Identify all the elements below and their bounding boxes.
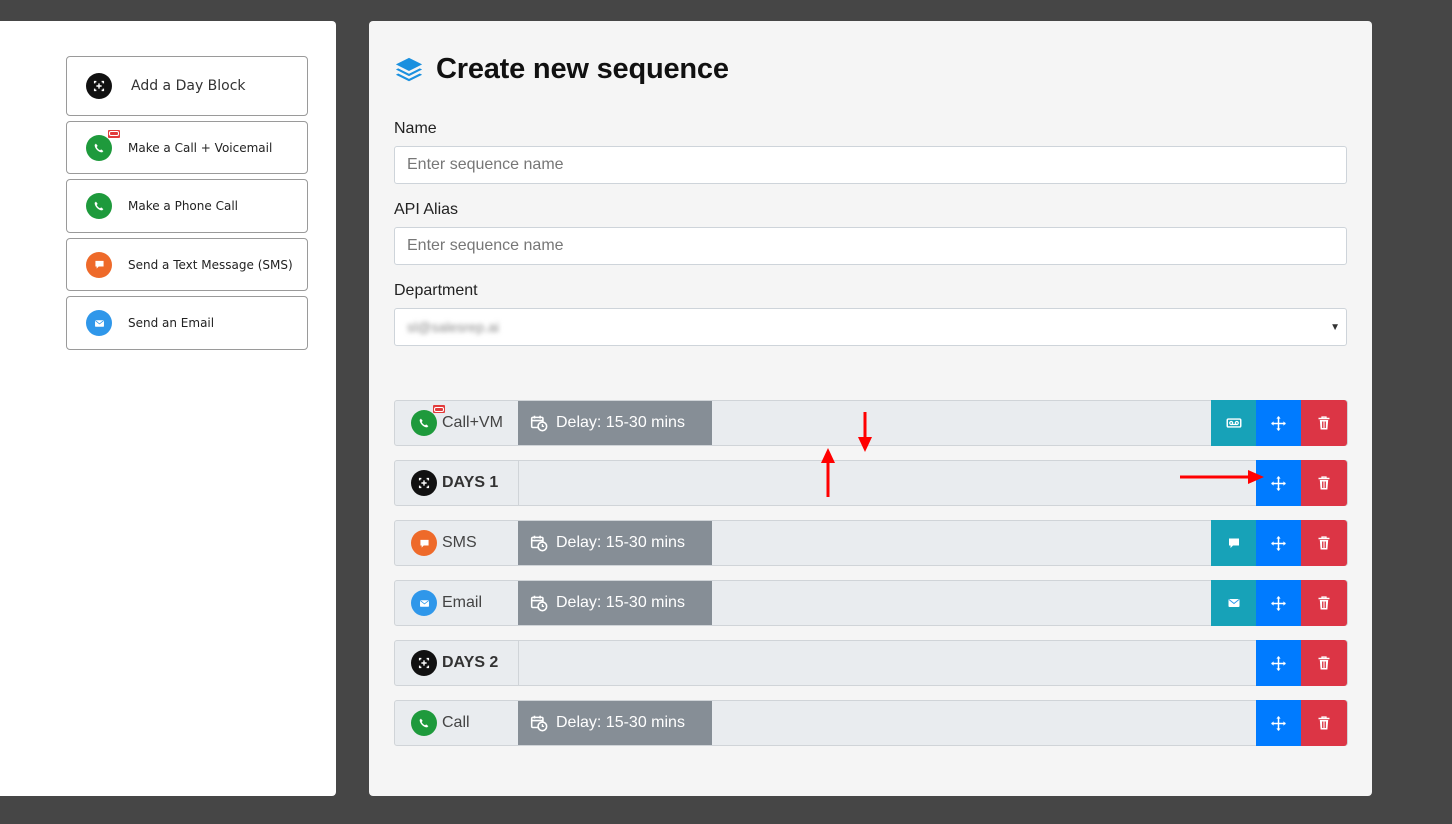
delete-button[interactable] (1301, 640, 1347, 686)
step-type-label: Email (442, 594, 483, 611)
phone-voicemail-icon (86, 129, 120, 161)
add-day-block-button[interactable]: Add a Day Block (66, 56, 308, 116)
delay-badge[interactable]: Delay: 15-30 mins (518, 401, 712, 445)
move-button[interactable] (1256, 520, 1301, 566)
trash-icon (1316, 715, 1332, 731)
chat-bubble-icon (411, 530, 437, 556)
make-call-voicemail-button[interactable]: Make a Call + Voicemail (66, 121, 308, 174)
delay-label: Delay: 15-30 mins (556, 534, 685, 551)
delay-label: Delay: 15-30 mins (556, 714, 685, 731)
delete-button[interactable] (1301, 400, 1347, 446)
make-phone-call-label: Make a Phone Call (128, 199, 238, 213)
phone-icon (86, 193, 112, 219)
envelope-icon (86, 310, 112, 336)
page-title: Create new sequence (436, 53, 729, 85)
send-email-label: Send an Email (128, 316, 215, 330)
move-button[interactable] (1256, 640, 1301, 686)
step-type-label: DAYS 1 (442, 474, 499, 491)
step-type: Call+VM (395, 401, 519, 445)
send-sms-label: Send a Text Message (SMS) (128, 257, 293, 272)
make-call-voicemail-label: Make a Call + Voicemail (128, 140, 273, 155)
action-palette: Add a Day Block Make a Call + Voicemail … (0, 21, 336, 796)
delay-badge[interactable]: Delay: 15-30 mins (518, 521, 712, 565)
trash-icon (1316, 475, 1332, 491)
day-block-icon (411, 650, 437, 676)
delete-button[interactable] (1301, 460, 1347, 506)
trash-icon (1316, 595, 1332, 611)
phone-icon (411, 710, 437, 736)
annotation-arrow-right (1180, 470, 1264, 484)
voicemail-button[interactable] (1211, 400, 1256, 446)
envelope-icon (1226, 595, 1242, 611)
dropdown-caret-icon: ▼ (1330, 322, 1340, 333)
send-sms-button[interactable]: Send a Text Message (SMS) (66, 238, 308, 291)
step-type: DAYS 2 (395, 641, 519, 685)
sms-message-button[interactable] (1211, 520, 1256, 566)
delete-button[interactable] (1301, 580, 1347, 626)
sequence-row-sms[interactable]: SMS Delay: 15-30 mins (394, 520, 1348, 566)
delete-button[interactable] (1301, 700, 1347, 746)
department-value: sl@salesrep.ai (407, 319, 500, 335)
step-type-label: Call+VM (442, 414, 503, 431)
move-button[interactable] (1256, 700, 1301, 746)
voicemail-icon (1225, 414, 1243, 432)
move-button[interactable] (1256, 580, 1301, 626)
department-label: Department (394, 282, 478, 299)
calendar-clock-icon (530, 714, 548, 732)
day-block-icon (86, 73, 112, 99)
delay-label: Delay: 15-30 mins (556, 594, 685, 611)
calendar-clock-icon (530, 534, 548, 552)
annotation-arrow-up (821, 448, 835, 497)
move-icon (1270, 415, 1287, 432)
message-icon (1226, 535, 1242, 551)
api-alias-input[interactable] (394, 227, 1347, 265)
move-icon (1270, 715, 1287, 732)
make-phone-call-button[interactable]: Make a Phone Call (66, 179, 308, 233)
step-type-label: SMS (442, 534, 477, 551)
layers-icon (394, 55, 424, 85)
sequence-row-call[interactable]: Call Delay: 15-30 mins (394, 700, 1348, 746)
phone-voicemail-icon (411, 405, 445, 436)
step-type-label: DAYS 2 (442, 654, 499, 671)
day-block-icon (411, 470, 437, 496)
move-icon (1270, 475, 1287, 492)
delay-label: Delay: 15-30 mins (556, 414, 685, 431)
move-icon (1270, 655, 1287, 672)
sequence-editor: Create new sequence Name API Alias Depar… (369, 21, 1372, 796)
email-template-button[interactable] (1211, 580, 1256, 626)
add-day-block-label: Add a Day Block (131, 78, 246, 94)
trash-icon (1316, 415, 1332, 431)
step-type: Email (395, 581, 519, 625)
api-alias-label: API Alias (394, 201, 459, 218)
page-title-row: Create new sequence (394, 53, 729, 86)
send-email-button[interactable]: Send an Email (66, 296, 308, 350)
move-icon (1270, 595, 1287, 612)
step-type: SMS (395, 521, 519, 565)
move-icon (1270, 535, 1287, 552)
step-type-label: Call (442, 714, 470, 731)
chat-bubble-icon (86, 251, 112, 278)
delay-badge[interactable]: Delay: 15-30 mins (518, 581, 712, 625)
step-type: DAYS 1 (395, 461, 519, 505)
sequence-row-email[interactable]: Email Delay: 15-30 mins (394, 580, 1348, 626)
envelope-icon (411, 590, 437, 616)
name-input[interactable] (394, 146, 1347, 184)
delete-button[interactable] (1301, 520, 1347, 566)
name-label: Name (394, 120, 437, 137)
trash-icon (1316, 535, 1332, 551)
calendar-clock-icon (530, 414, 548, 432)
trash-icon (1316, 655, 1332, 671)
delay-badge[interactable]: Delay: 15-30 mins (518, 701, 712, 745)
move-button[interactable] (1256, 400, 1301, 446)
department-select[interactable]: sl@salesrep.ai ▼ (394, 308, 1347, 346)
step-type: Call (395, 701, 519, 745)
annotation-arrow-down (858, 412, 872, 452)
sequence-row-days-2[interactable]: DAYS 2 (394, 640, 1348, 686)
calendar-clock-icon (530, 594, 548, 612)
